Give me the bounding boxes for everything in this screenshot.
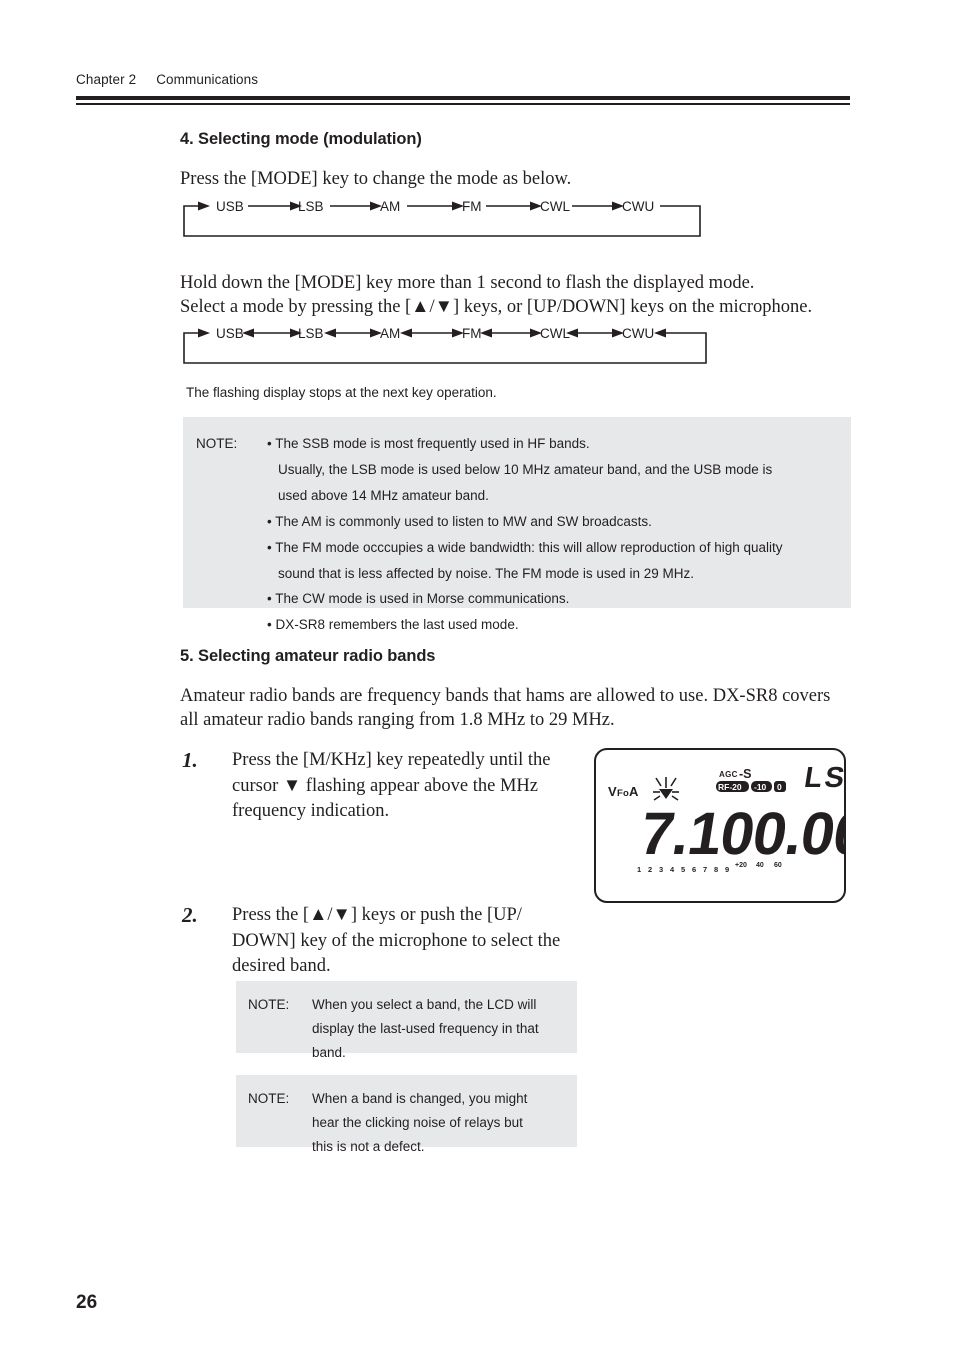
flow1-label-usb: USB xyxy=(216,199,244,214)
cursor-triangle-icon xyxy=(659,789,673,799)
flow2-label-cwl: CWL xyxy=(540,326,570,341)
flow1-label-fm: FM xyxy=(462,199,482,214)
s-label: -S xyxy=(739,767,752,781)
smeter-tick-3: 3 xyxy=(659,865,663,874)
step-line: cursor ▼ flashing appear above the MHz xyxy=(232,775,538,796)
note-box-modes: NOTE: • The SSB mode is most frequently … xyxy=(183,417,851,632)
rf-segment-label-1: -10 xyxy=(754,782,767,792)
note-line: • DX-SR8 remembers the last used mode. xyxy=(267,617,519,633)
note-body: When you select a band, the LCD will dis… xyxy=(312,993,539,1065)
section-4-para2-line2: Select a mode by pressing the [▲/▼] keys… xyxy=(180,297,813,317)
smeter-tick-7: 7 xyxy=(703,865,707,874)
page-number: 26 xyxy=(76,1292,98,1313)
flow1-label-cwu: CWU xyxy=(622,199,654,214)
header-title: Communications xyxy=(156,72,259,87)
smeter-tick-6: 6 xyxy=(692,865,696,874)
smeter-tick-1: 1 xyxy=(637,865,641,874)
flow2-label-am: AM xyxy=(380,326,400,341)
section-4-para2-line1: Hold down the [MODE] key more than 1 sec… xyxy=(180,273,755,293)
step-2-number: 2. xyxy=(182,903,198,927)
header-rule-thin xyxy=(76,103,850,105)
note-body: • The SSB mode is most frequently used i… xyxy=(267,431,783,638)
flow1-label-cwl: CWL xyxy=(540,199,570,214)
step-1-number: 1. xyxy=(182,748,198,772)
mode-indicator: LSB xyxy=(802,762,844,794)
note-label: NOTE: xyxy=(248,997,290,1012)
step-1: 1. Press the [M/KHz] key repeatedly unti… xyxy=(182,748,552,825)
header-rule-thick xyxy=(76,96,850,100)
frequency-text: 7.100.00 xyxy=(635,799,844,867)
step-line: Press the [M/KHz] key repeatedly until t… xyxy=(232,750,551,770)
section-5-intro-line2: all amateur radio bands ranging from 1.8… xyxy=(180,710,615,730)
smeter-tick-8: 8 xyxy=(714,865,718,874)
note-box-band-relay: NOTE: When a band is changed, you might … xyxy=(236,1075,577,1154)
flow2-label-fm: FM xyxy=(462,326,482,341)
rf-segment-label-0: RF-20 xyxy=(718,782,742,792)
note-line: • The AM is commonly used to listen to M… xyxy=(267,513,652,529)
section-4-heading: 4. Selecting mode (modulation) xyxy=(180,130,422,148)
frequency-readout: 7.100.00 xyxy=(635,799,844,867)
note-label: NOTE: xyxy=(196,436,238,451)
section-5-intro-line1: Amateur radio bands are frequency bands … xyxy=(180,686,831,706)
note-line: • The FM mode occcupies a wide bandwidth… xyxy=(267,539,783,555)
rf-scale-segments: RF-20 -10 0 xyxy=(716,781,786,792)
note-line: sound that is less affected by noise. Th… xyxy=(278,565,694,581)
mode-text: LSB xyxy=(802,762,844,794)
note-label: NOTE: xyxy=(248,1091,290,1106)
note-line: hear the clicking noise of relays but xyxy=(312,1115,523,1131)
rf-segment-label-2: 0 xyxy=(777,782,782,792)
note-line: used above 14 MHz amateur band. xyxy=(278,487,489,503)
flow2-label-cwu: CWU xyxy=(622,326,654,341)
section-4-caption: The flashing display stops at the next k… xyxy=(186,385,497,400)
step-1-text: Press the [M/KHz] key repeatedly until t… xyxy=(232,748,551,825)
step-line: frequency indication. xyxy=(232,801,390,822)
header-chapter: Chapter 2 xyxy=(76,72,137,87)
vfo-label-v: V xyxy=(608,784,617,799)
step-line: Press the [▲/▼] keys or push the [UP/ xyxy=(232,905,522,925)
note-line: this is not a defect. xyxy=(312,1139,425,1155)
smeter-over-60: 60 xyxy=(774,862,782,869)
vfo-label-a: A xyxy=(629,784,639,799)
note-line: When a band is changed, you might xyxy=(312,1091,528,1106)
step-2-text: Press the [▲/▼] keys or push the [UP/ DO… xyxy=(232,903,560,980)
step-line: DOWN] key of the microphone to select th… xyxy=(232,930,561,951)
document-page: Chapter 2 Communications 4. Selecting mod… xyxy=(0,0,954,1351)
note-line: band. xyxy=(312,1045,346,1061)
smeter-tick-5: 5 xyxy=(681,865,685,874)
note-body: When a band is changed, you might hear t… xyxy=(312,1087,527,1159)
flow2-label-lsb: LSB xyxy=(298,326,324,341)
step-2: 2. Press the [▲/▼] keys or push the [UP/… xyxy=(182,903,572,980)
flow1-label-am: AM xyxy=(380,199,400,214)
note-box-band-lcd: NOTE: When you select a band, the LCD wi… xyxy=(236,981,577,1060)
note-line: When you select a band, the LCD will xyxy=(312,997,537,1012)
vfo-a-indicator: V F o A xyxy=(608,784,639,799)
note-line: • The CW mode is used in Morse communica… xyxy=(267,591,570,607)
running-header: Chapter 2 Communications xyxy=(76,72,258,87)
section-4-intro: Press the [MODE] key to change the mode … xyxy=(180,169,572,189)
mode-flow-diagram-twoway: USB LSB AM FM CWL CWU xyxy=(180,323,712,367)
smeter-tick-2: 2 xyxy=(648,865,652,874)
flow2-label-usb: USB xyxy=(216,326,244,341)
flow1-label-lsb: LSB xyxy=(298,199,324,214)
step-line: desired band. xyxy=(232,956,331,977)
smeter-tick-9: 9 xyxy=(725,865,729,874)
note-line: • The SSB mode is most frequently used i… xyxy=(267,436,590,451)
note-line: display the last-used frequency in that xyxy=(312,1021,539,1037)
lcd-display-illustration: V F o A AGC -S RF-20 -10 0 LSB 7.100.00 … xyxy=(594,748,846,903)
smeter-over-40: 40 xyxy=(756,862,764,869)
note-line: Usually, the LSB mode is used below 10 M… xyxy=(278,461,773,477)
smeter-over-20: +20 xyxy=(735,862,747,869)
agc-label: AGC xyxy=(719,770,738,779)
mode-flow-diagram-oneway: USB LSB AM FM CWL CWU xyxy=(180,196,704,240)
section-5-heading: 5. Selecting amateur radio bands xyxy=(180,647,436,665)
